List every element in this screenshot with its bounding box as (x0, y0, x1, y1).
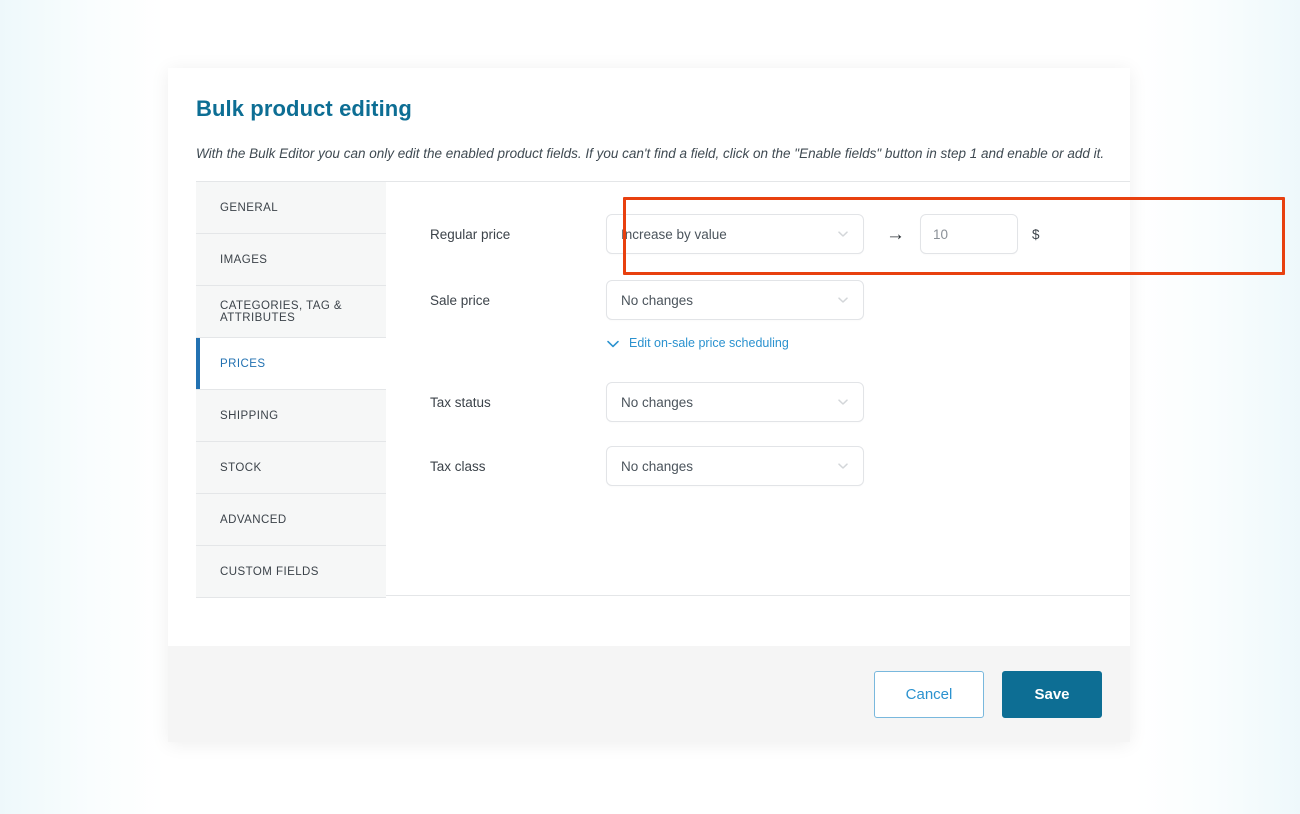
sidebar-item-general[interactable]: GENERAL (196, 182, 386, 234)
chevron-down-icon (836, 293, 850, 307)
card-footer: Cancel Save (168, 646, 1130, 742)
tab-label: CUSTOM FIELDS (220, 566, 319, 578)
sale-price-row: Sale price No changes (386, 278, 1130, 322)
tax-status-label: Tax status (430, 395, 606, 410)
tax-status-row: Tax status No changes (386, 380, 1130, 424)
chevron-down-icon (836, 227, 850, 241)
tax-status-select[interactable]: No changes (606, 382, 864, 422)
save-button[interactable]: Save (1002, 671, 1102, 718)
tax-class-label: Tax class (430, 459, 606, 474)
tab-list: GENERAL IMAGES CATEGORIES, TAG & ATTRIBU… (196, 181, 386, 596)
currency-symbol: $ (1032, 227, 1040, 242)
regular-price-operation-value: Increase by value (621, 227, 727, 242)
tax-class-select[interactable]: No changes (606, 446, 864, 486)
editor-container: GENERAL IMAGES CATEGORIES, TAG & ATTRIBU… (196, 181, 1130, 596)
chevron-down-icon (836, 459, 850, 473)
tax-status-value: No changes (621, 395, 693, 410)
scheduling-link-label: Edit on-sale price scheduling (629, 336, 789, 350)
chevron-down-icon (836, 395, 850, 409)
arrow-right-icon: → (886, 225, 905, 244)
page-background: Bulk product editing With the Bulk Edito… (0, 0, 1300, 814)
page-title: Bulk product editing (196, 96, 412, 122)
sidebar-item-images[interactable]: IMAGES (196, 234, 386, 286)
tab-label: IMAGES (220, 254, 267, 266)
tab-label: GENERAL (220, 202, 278, 214)
sale-price-operation-select[interactable]: No changes (606, 280, 864, 320)
sidebar-item-shipping[interactable]: SHIPPING (196, 390, 386, 442)
cancel-button[interactable]: Cancel (874, 671, 984, 718)
regular-price-value-input[interactable] (920, 214, 1018, 254)
regular-price-row: Regular price Increase by value → $ (386, 212, 1130, 256)
tab-label: STOCK (220, 462, 262, 474)
prices-panel: Regular price Increase by value → $ Sale… (386, 181, 1130, 596)
sidebar-item-custom-fields[interactable]: CUSTOM FIELDS (196, 546, 386, 598)
tax-class-value: No changes (621, 459, 693, 474)
tab-label: CATEGORIES, TAG & ATTRIBUTES (220, 300, 386, 324)
bulk-editor-card: Bulk product editing With the Bulk Edito… (168, 68, 1130, 742)
tab-label: SHIPPING (220, 410, 279, 422)
sidebar-item-categories-tag-attributes[interactable]: CATEGORIES, TAG & ATTRIBUTES (196, 286, 386, 338)
sale-price-label: Sale price (430, 293, 606, 308)
tab-label: PRICES (220, 358, 266, 370)
regular-price-operation-select[interactable]: Increase by value (606, 214, 864, 254)
sidebar-item-advanced[interactable]: ADVANCED (196, 494, 386, 546)
edit-on-sale-price-scheduling-link[interactable]: Edit on-sale price scheduling (606, 336, 789, 350)
sidebar-item-stock[interactable]: STOCK (196, 442, 386, 494)
page-description: With the Bulk Editor you can only edit t… (196, 146, 1106, 161)
tax-class-row: Tax class No changes (386, 444, 1130, 488)
sale-price-operation-value: No changes (621, 293, 693, 308)
chevron-down-icon (606, 338, 620, 348)
sidebar-item-prices[interactable]: PRICES (196, 338, 386, 390)
tab-label: ADVANCED (220, 514, 287, 526)
regular-price-label: Regular price (430, 227, 606, 242)
